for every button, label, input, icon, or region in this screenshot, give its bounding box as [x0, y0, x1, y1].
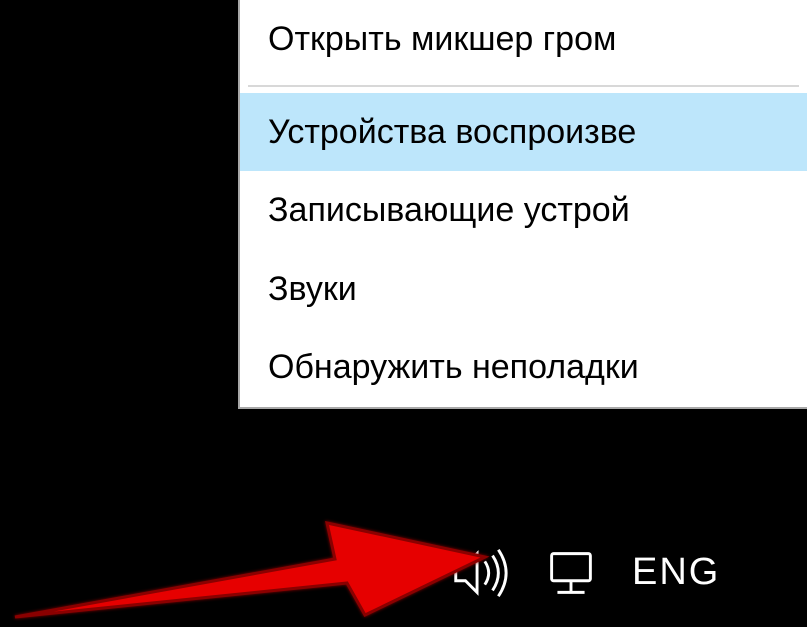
network-icon[interactable] — [540, 542, 602, 604]
language-indicator[interactable]: ENG — [632, 551, 720, 594]
menu-item-sounds[interactable]: Звуки — [240, 250, 807, 329]
menu-item-open-mixer[interactable]: Открыть микшер гром — [240, 0, 807, 79]
menu-item-recording-devices[interactable]: Записывающие устрой — [240, 171, 807, 250]
menu-item-playback-devices[interactable]: Устройства воспроизве — [240, 93, 807, 172]
volume-context-menu: Открыть микшер гром Устройства воспроизв… — [238, 0, 807, 409]
menu-separator — [248, 85, 799, 87]
taskbar: ENG — [0, 520, 807, 625]
menu-item-troubleshoot[interactable]: Обнаружить неполадки — [240, 328, 807, 407]
volume-icon[interactable] — [448, 542, 510, 604]
